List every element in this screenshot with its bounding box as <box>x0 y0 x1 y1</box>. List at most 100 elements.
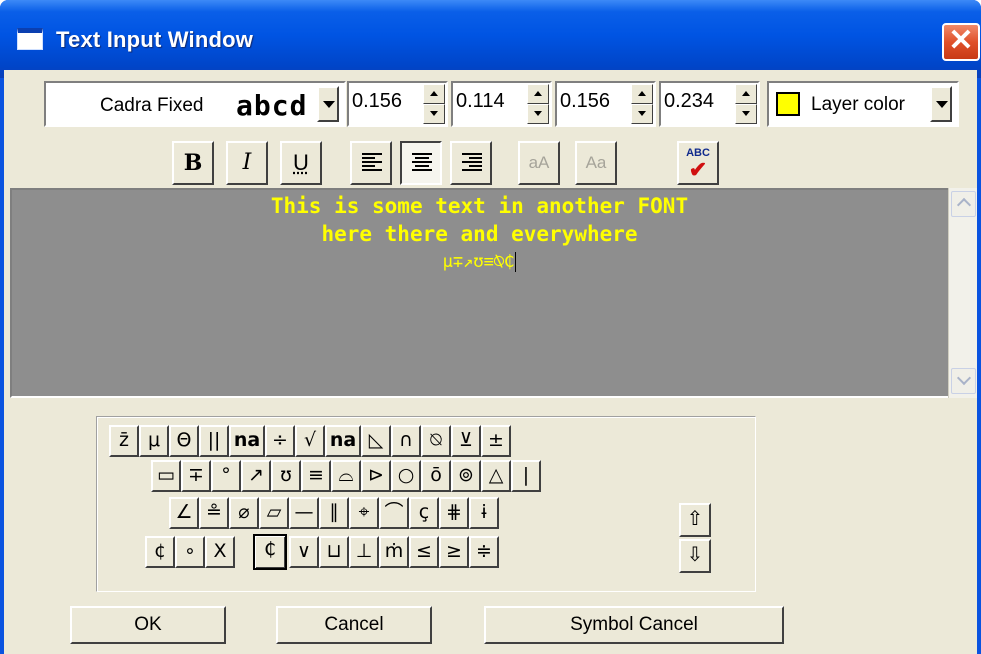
symbol-key[interactable]: ⊳ <box>361 460 391 492</box>
symbol-key[interactable]: ⋕ <box>439 497 469 529</box>
char-spacing-value: 0.156 <box>560 90 611 112</box>
text-height-spinner[interactable]: 0.156 <box>347 81 448 127</box>
scroll-up-button[interactable] <box>951 191 976 217</box>
text-line-1: This is some text in another FONT <box>270 194 689 218</box>
symbol-key[interactable]: ≤ <box>409 536 439 568</box>
spin-up-button[interactable] <box>527 84 549 104</box>
symbol-key[interactable]: na <box>229 425 265 457</box>
spin-down-button[interactable] <box>527 104 549 124</box>
symbol-cancel-button[interactable]: Symbol Cancel <box>484 606 784 644</box>
text-editor[interactable]: This is some text in another FONT here t… <box>10 188 960 398</box>
symbol-key[interactable]: ∥ <box>319 497 349 529</box>
char-spacing-spinner[interactable]: 0.156 <box>555 81 656 127</box>
text-width-value: 0.114 <box>456 90 505 112</box>
symbol-key[interactable]: ⊥ <box>349 536 379 568</box>
symbol-key[interactable]: || <box>199 425 229 457</box>
symbol-key[interactable]: ± <box>481 425 511 457</box>
spin-up-button[interactable] <box>423 84 445 104</box>
symbol-key[interactable]: | <box>511 460 541 492</box>
bold-button[interactable]: B <box>172 141 214 185</box>
symbol-key[interactable]: ṁ <box>379 536 409 568</box>
symbol-key[interactable]: ɨ <box>469 497 499 529</box>
symbol-key[interactable]: ⊔ <box>319 536 349 568</box>
symbol-key[interactable]: ▭ <box>151 460 181 492</box>
symbol-key[interactable]: ∠ <box>169 497 199 529</box>
text-cursor <box>515 252 517 272</box>
spin-up-button[interactable] <box>735 84 757 104</box>
line-spacing-value: 0.234 <box>664 90 715 112</box>
close-button[interactable]: ✕ <box>942 23 980 61</box>
italic-button[interactable]: I <box>226 141 268 185</box>
symbol-key[interactable]: — <box>289 497 319 529</box>
symbol-key[interactable]: ≑ <box>469 536 499 568</box>
symbol-key[interactable]: ∘ <box>175 536 205 568</box>
spellcheck-button[interactable]: ABC ✔ <box>677 141 719 185</box>
spin-down-button[interactable] <box>631 104 653 124</box>
font-dropdown-button[interactable] <box>317 86 339 122</box>
symbol-key[interactable]: ∩ <box>391 425 421 457</box>
symbol-key[interactable]: ∨ <box>289 536 319 568</box>
spin-down-button[interactable] <box>423 104 445 124</box>
symbol-key[interactable]: ⊻ <box>451 425 481 457</box>
symbol-key[interactable]: ⌒ <box>379 497 409 529</box>
symbol-key[interactable]: √ <box>295 425 325 457</box>
symbol-key[interactable]: ⌀ <box>229 497 259 529</box>
symbol-key[interactable]: ¢ <box>145 536 175 568</box>
symbol-key[interactable]: ʊ <box>271 460 301 492</box>
symbol-key[interactable]: na <box>325 425 361 457</box>
vertical-scrollbar[interactable] <box>948 188 977 398</box>
align-right-icon <box>462 153 482 173</box>
symbol-page-down-button[interactable]: ⇩ <box>679 539 711 573</box>
symbol-key[interactable]: ▱ <box>259 497 289 529</box>
change-case-button[interactable]: Aa <box>575 141 617 185</box>
line-spacing-spinner[interactable]: 0.234 <box>659 81 760 127</box>
text-height-value: 0.156 <box>352 90 403 112</box>
symbol-key-selected[interactable]: ₵ <box>253 534 287 570</box>
color-select[interactable]: Layer color <box>767 81 959 127</box>
symbol-key[interactable]: ≥ <box>439 536 469 568</box>
text-input-window: Text Input Window ✕ Cadra Fixed abcd 0.1… <box>0 0 981 654</box>
symbol-key[interactable]: μ <box>139 425 169 457</box>
symbol-key[interactable]: ↗ <box>241 460 271 492</box>
underline-button[interactable]: U <box>280 141 322 185</box>
shrink-font-button[interactable]: aA <box>518 141 560 185</box>
symbol-key[interactable]: z̄ <box>109 425 139 457</box>
symbol-key[interactable]: ≡ <box>301 460 331 492</box>
color-swatch <box>776 92 800 116</box>
symbol-key[interactable]: ō <box>421 460 451 492</box>
align-left-icon <box>362 153 382 173</box>
font-name: Cadra Fixed <box>100 95 204 116</box>
font-select[interactable]: Cadra Fixed abcd <box>44 81 346 127</box>
cancel-button[interactable]: Cancel <box>276 606 432 644</box>
ok-button[interactable]: OK <box>70 606 226 644</box>
align-center-button[interactable] <box>400 141 442 185</box>
spin-up-button[interactable] <box>631 84 653 104</box>
checkmark-icon: ✔ <box>688 157 708 182</box>
symbol-key[interactable]: ◺ <box>361 425 391 457</box>
spin-down-button[interactable] <box>735 104 757 124</box>
align-right-button[interactable] <box>450 141 492 185</box>
symbol-key[interactable]: ⌖ <box>349 497 379 529</box>
text-line-3-text: μ∓↗ʊ≡⍉₵ <box>442 252 515 272</box>
symbol-key[interactable]: ⍉ <box>421 425 451 457</box>
symbol-key[interactable]: ○ <box>391 460 421 492</box>
text-line-3: μ∓↗ʊ≡⍉₵ <box>12 252 947 272</box>
symbol-key[interactable]: ⌓ <box>331 460 361 492</box>
color-dropdown-button[interactable] <box>930 86 952 122</box>
symbol-key[interactable]: △ <box>481 460 511 492</box>
symbol-key[interactable]: ⊚ <box>451 460 481 492</box>
symbol-key[interactable]: ∓ <box>181 460 211 492</box>
scroll-down-button[interactable] <box>951 368 976 394</box>
symbol-page-up-button[interactable]: ⇧ <box>679 503 711 537</box>
symbol-key[interactable]: X <box>205 536 235 568</box>
symbol-key[interactable]: Θ <box>169 425 199 457</box>
align-left-button[interactable] <box>350 141 392 185</box>
symbol-key[interactable]: ≗ <box>199 497 229 529</box>
symbol-keyboard: z̄ μ Θ || na ÷ √ na ◺ ∩ ⍉ ⊻ ± ▭ ∓ ° ↗ ʊ … <box>96 416 756 592</box>
text-width-spinner[interactable]: 0.114 <box>451 81 552 127</box>
symbol-key[interactable]: ° <box>211 460 241 492</box>
dialog-client-area: Cadra Fixed abcd 0.156 0.114 0.156 0.234… <box>4 70 977 654</box>
title-bar[interactable]: Text Input Window ✕ <box>0 0 981 78</box>
symbol-key[interactable]: ç <box>409 497 439 529</box>
symbol-key[interactable]: ÷ <box>265 425 295 457</box>
